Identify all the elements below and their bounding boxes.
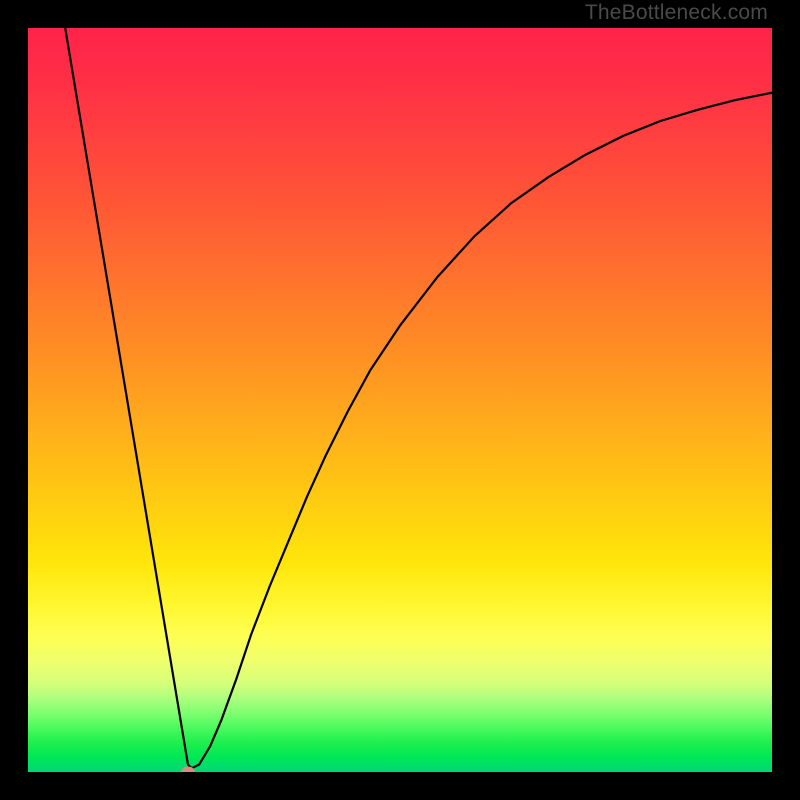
chart-container: TheBottleneck.com xyxy=(0,0,800,800)
watermark-text: TheBottleneck.com xyxy=(585,1,768,25)
plot-area xyxy=(28,28,772,772)
minimum-marker xyxy=(181,767,195,773)
bottleneck-curve xyxy=(28,28,772,772)
